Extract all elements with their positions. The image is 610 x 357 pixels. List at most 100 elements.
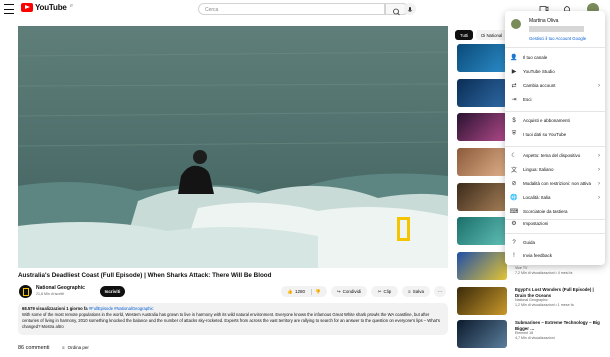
menu-item-purchases[interactable]: $ Acquisti e abbonamenti [505, 115, 605, 126]
chevron-right-icon: › [598, 180, 600, 187]
national-geographic-watermark [397, 217, 410, 241]
related-video-thumbnail[interactable] [457, 79, 507, 107]
logo-text: YouTube [35, 3, 67, 12]
menu-item-sign-out[interactable]: ⇥ Esci [505, 94, 605, 105]
related-video-info[interactable]: Submarines – Extreme Technology – Big Bi… [515, 320, 605, 340]
menu-item-label: Modalità con restrizioni: non attiva [523, 181, 592, 186]
channel-avatar[interactable] [19, 285, 32, 298]
chevron-right-icon: › [598, 194, 600, 201]
related-video-thumbnail[interactable] [457, 183, 507, 211]
related-video-thumbnail[interactable] [457, 113, 507, 141]
related-video-info[interactable]: Egypt's Lost Wonders (Full Episode) | Dr… [515, 287, 605, 307]
more-actions-button[interactable]: ··· [434, 286, 446, 297]
share-icon: ↪ [336, 288, 341, 294]
menu-item-studio[interactable]: ▶ YouTube Studio [505, 66, 605, 77]
clip-button[interactable]: ✂ Clip [371, 286, 398, 297]
menu-item-restricted-mode[interactable]: ⊘ Modalità con restrizioni: non attiva › [505, 178, 605, 189]
switch-account-icon: ⇄ [511, 83, 517, 89]
hashtags[interactable]: #FullEpisode #NationalGeographic [89, 306, 154, 311]
manage-google-account-link[interactable]: Gestisci il tuo Account Google [529, 36, 586, 41]
related-meta: 7,2 Mln di visualizzazioni • 4 mesi fa [515, 270, 573, 275]
menu-item-feedback[interactable]: ! Invia feedback [505, 250, 605, 261]
feedback-icon: ! [513, 252, 515, 259]
video-player[interactable] [18, 26, 448, 268]
related-video-info[interactable]: Vice TV 7,2 Mln di visualizzazioni • 4 m… [515, 266, 605, 275]
menu-item-label: YouTube Studio [523, 69, 555, 74]
dollar-icon: $ [512, 117, 516, 124]
menu-item-label: Scorciatoie da tastiera [523, 209, 568, 214]
related-video-thumbnail[interactable] [457, 148, 507, 176]
menu-item-your-channel[interactable]: 👤 Il tuo canale [505, 52, 605, 63]
menu-item-keyboard-shortcuts[interactable]: ⌨ Scorciatoie da tastiera [505, 206, 605, 217]
related-video-thumbnail[interactable] [457, 287, 507, 315]
menu-item-label: Acquisti e abbonamenti [523, 118, 570, 123]
related-video-thumbnail[interactable] [457, 217, 507, 245]
sort-icon: ≡ [62, 345, 65, 350]
account-email-redacted [529, 26, 584, 32]
view-stats: 68.579 visualizzazioni 1 giorno fa [22, 306, 88, 311]
menu-divider [505, 111, 605, 112]
person-icon: 👤 [510, 55, 518, 61]
menu-item-label: Impostazioni [523, 221, 549, 226]
voice-search-button[interactable] [404, 3, 416, 15]
chevron-right-icon: › [598, 166, 600, 173]
account-menu: Martina Oliva Gestisci il tuo Account Go… [505, 11, 605, 265]
subscribe-button[interactable]: Iscriviti [100, 286, 125, 297]
chip-all[interactable]: Tutti [455, 30, 474, 40]
menu-item-label: Il tuo canale [523, 55, 548, 60]
related-meta: 4,7 Mln di visualizzazioni [515, 335, 555, 340]
related-video-thumbnail[interactable] [457, 320, 507, 348]
share-button[interactable]: ↪ Condividi [331, 286, 367, 297]
menu-item-label: Guida [523, 240, 536, 245]
menu-item-settings[interactable]: ⚙ Impostazioni [505, 218, 605, 229]
thumbs-down-icon[interactable]: 👎 [311, 288, 321, 295]
youtube-play-icon [21, 3, 33, 12]
menu-item-label: Invia feedback [523, 253, 553, 258]
playlist-add-icon: ≡ [408, 289, 411, 294]
search-input[interactable]: Cerca [198, 3, 385, 15]
restricted-icon: ⊘ [511, 181, 517, 187]
sort-comments-button[interactable]: ≡ Ordina per [62, 345, 89, 350]
sign-out-icon: ⇥ [511, 97, 517, 103]
comments-count: 86 commenti [18, 345, 50, 351]
chip-from-channel[interactable]: Di National [476, 30, 508, 40]
like-dislike-group: 👍 1280 👎 [281, 286, 327, 297]
description-text: With some of the most remote populations… [22, 312, 440, 329]
studio-icon: ▶ [511, 69, 517, 75]
save-button[interactable]: ≡ Salva [402, 286, 430, 297]
sort-label: Ordina per [67, 345, 89, 350]
video-frame [18, 26, 448, 268]
menu-item-appearance[interactable]: ☾ Aspetto: tema del dispositivo › [505, 150, 605, 161]
related-video-thumbnail[interactable] [457, 252, 507, 280]
menu-item-label: Cambia account [523, 83, 556, 88]
mic-icon [407, 7, 413, 12]
moon-icon: ☾ [511, 153, 517, 159]
related-title: Submarines – Extreme Technology – Big Bi… [515, 320, 600, 331]
menu-item-your-data[interactable]: ⛨ I tuoi dati su YouTube [505, 129, 605, 140]
globe-icon: 🌐 [510, 195, 518, 201]
video-description[interactable]: 68.579 visualizzazioni 1 giorno fa #Full… [18, 303, 448, 335]
menu-item-label: Aspetto: tema del dispositivo [523, 153, 581, 158]
save-label: Salva [412, 289, 424, 294]
related-meta: 1,2 Mln di visualizzazioni • 1 mese fa [515, 302, 574, 307]
translate-icon: 文 [510, 168, 517, 174]
menu-item-label: Esci [523, 97, 532, 102]
menu-item-label: I tuoi dati su YouTube [523, 132, 567, 137]
related-video-thumbnail[interactable] [457, 44, 507, 72]
filter-chips: Tutti Di National [455, 30, 508, 40]
logo-country: IT [69, 3, 74, 8]
menu-divider [505, 146, 605, 147]
menu-item-help[interactable]: ? Guida [505, 237, 605, 248]
menu-item-switch-account[interactable]: ⇄ Cambia account › [505, 80, 605, 91]
help-icon: ? [512, 239, 516, 246]
menu-item-language[interactable]: 文 Lingua: Italiano › [505, 164, 605, 175]
youtube-logo[interactable]: YouTube IT [21, 3, 73, 12]
channel-name[interactable]: National Geographic [36, 285, 85, 291]
menu-item-location[interactable]: 🌐 Località: Italia › [505, 192, 605, 203]
thumbs-up-icon[interactable]: 👍 [287, 289, 293, 295]
chevron-right-icon: › [598, 152, 600, 159]
clip-label: Clip [383, 289, 392, 294]
like-count[interactable]: 1280 [295, 289, 305, 294]
hamburger-menu-icon[interactable] [4, 4, 14, 14]
related-title: Egypt's Lost Wonders (Full Episode) | Dr… [515, 287, 594, 298]
